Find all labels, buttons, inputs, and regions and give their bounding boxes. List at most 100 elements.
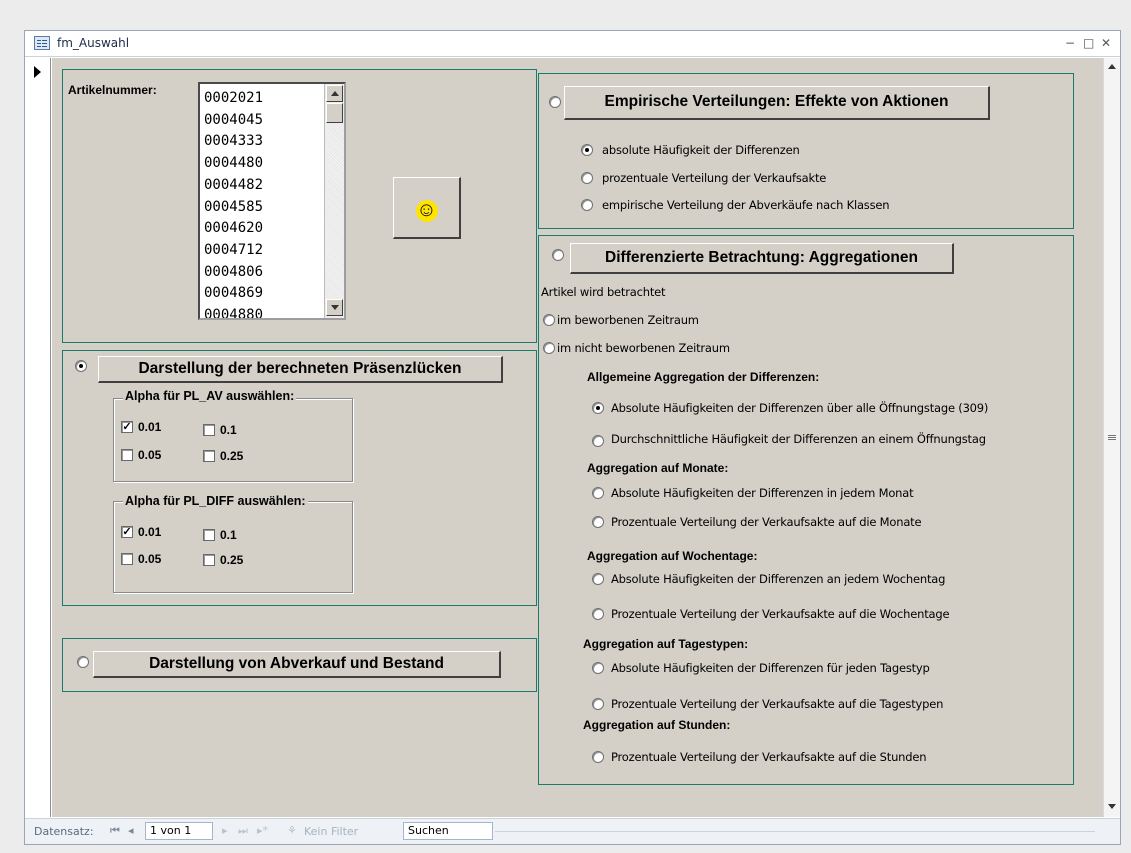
nicht-beworben-label: im nicht beworbenen Zeitraum <box>557 341 730 355</box>
option-label: 0.25 <box>220 449 244 463</box>
std1-radio[interactable] <box>592 751 604 763</box>
list-item[interactable]: 0004880 <box>200 305 318 318</box>
current-record-icon <box>34 66 41 78</box>
praesenz-radio[interactable] <box>75 360 87 372</box>
datensatz-label: Datensatz: <box>34 825 94 838</box>
empirisch-opt2-radio[interactable] <box>581 172 593 184</box>
list-item[interactable]: 0004045 <box>200 110 318 132</box>
list-item[interactable]: 0004482 <box>200 175 318 197</box>
checkbox-av-005[interactable] <box>121 449 133 461</box>
prev-record-icon[interactable]: ◂ <box>128 824 134 837</box>
allg2-label: Durchschnittliche Häufigkeit der Differe… <box>611 432 986 446</box>
list-item[interactable]: 0004585 <box>200 197 318 219</box>
record-selector[interactable] <box>25 58 51 817</box>
mon2-label: Prozentuale Verteilung der Verkaufsakte … <box>611 515 922 529</box>
alpha-diff-legend: Alpha für PL_DIFF auswählen: <box>123 494 308 508</box>
navigation-bar: Datensatz: ⏮ ◂ 1 von 1 ▸ ⏭ ▸* ⚘ Kein Fil… <box>25 818 1120 844</box>
abverkauf-radio[interactable] <box>77 656 89 668</box>
scroll-up-icon[interactable] <box>1105 60 1120 75</box>
nicht-beworben-radio[interactable] <box>543 342 555 354</box>
vertical-scrollbar[interactable] <box>1103 58 1120 817</box>
scroll-grip-icon[interactable] <box>1108 435 1116 440</box>
monat-heading: Aggregation auf Monate: <box>587 461 729 475</box>
diff-button[interactable]: Differenzierte Betrachtung: Aggregatione… <box>570 243 954 274</box>
record-number-input[interactable]: 1 von 1 <box>145 822 213 840</box>
empirisch-radio[interactable] <box>549 96 561 108</box>
scroll-down-icon[interactable] <box>1105 799 1120 814</box>
list-scrollbar[interactable] <box>324 84 344 318</box>
list-item[interactable]: 0004333 <box>200 131 318 153</box>
empirisch-opt3-radio[interactable] <box>581 199 593 211</box>
smiley-button[interactable]: ☺ <box>393 177 461 239</box>
option-label: 0.25 <box>220 553 244 567</box>
search-input[interactable]: Suchen <box>403 822 493 840</box>
horizontal-scroll-track[interactable] <box>495 831 1095 832</box>
list-item[interactable]: 0004620 <box>200 218 318 240</box>
list-scroll-down-icon[interactable] <box>326 299 343 316</box>
option-label: 0.05 <box>138 552 162 566</box>
tag1-radio[interactable] <box>592 662 604 674</box>
article-list: 0002021 0004045 0004333 0004480 0004482 … <box>200 88 318 318</box>
new-record-icon[interactable]: ▸* <box>257 824 268 837</box>
option-label: 0.01 <box>138 525 162 539</box>
allg1-radio[interactable] <box>592 402 604 414</box>
mon1-label: Absolute Häufigkeiten der Differenzen in… <box>611 486 914 500</box>
allg2-radio[interactable] <box>592 435 604 447</box>
checkbox-av-025[interactable] <box>203 450 215 462</box>
empirisch-button[interactable]: Empirische Verteilungen: Effekte von Akt… <box>564 86 990 120</box>
first-record-icon[interactable]: ⏮ <box>110 824 120 838</box>
option-label: 0.1 <box>220 528 237 542</box>
next-record-icon[interactable]: ▸ <box>222 824 228 837</box>
allg1-label: Absolute Häufigkeiten der Differenzen üb… <box>611 401 989 415</box>
list-item[interactable]: 0004480 <box>200 153 318 175</box>
minimize-icon[interactable]: − <box>1065 36 1075 50</box>
mon1-radio[interactable] <box>592 487 604 499</box>
last-record-icon[interactable]: ⏭ <box>238 824 248 838</box>
woch1-radio[interactable] <box>592 573 604 585</box>
article-frame: Artikelnummer: 0002021 0004045 0004333 0… <box>62 69 537 343</box>
checkbox-diff-005[interactable] <box>121 553 133 565</box>
option-label: 0.05 <box>138 448 162 462</box>
diff-radio[interactable] <box>552 249 564 261</box>
tag2-label: Prozentuale Verteilung der Verkaufsakte … <box>611 697 944 711</box>
list-item[interactable]: 0004806 <box>200 262 318 284</box>
beworben-radio[interactable] <box>543 314 555 326</box>
article-label: Artikelnummer: <box>68 83 157 97</box>
article-listbox[interactable]: 0002021 0004045 0004333 0004480 0004482 … <box>198 82 346 320</box>
tagestyp-heading: Aggregation auf Tagestypen: <box>583 637 749 651</box>
woch2-label: Prozentuale Verteilung der Verkaufsakte … <box>611 607 950 621</box>
praesenz-button[interactable]: Darstellung der berechneten Präsenzlücke… <box>98 356 503 383</box>
maximize-icon[interactable]: □ <box>1083 36 1094 50</box>
list-scroll-thumb[interactable] <box>326 103 343 123</box>
checkbox-av-001[interactable]: ✓ <box>121 421 133 433</box>
empirisch-opt1-label: absolute Häufigkeit der Differenzen <box>602 143 800 157</box>
woch2-radio[interactable] <box>592 608 604 620</box>
checkbox-diff-025[interactable] <box>203 554 215 566</box>
diff-frame: Differenzierte Betrachtung: Aggregatione… <box>538 235 1074 785</box>
woch1-label: Absolute Häufigkeiten der Differenzen an… <box>611 572 946 586</box>
checkbox-diff-01[interactable] <box>203 529 215 541</box>
filter-status[interactable]: Kein Filter <box>304 825 358 838</box>
list-item[interactable]: 0004712 <box>200 240 318 262</box>
empirisch-opt1-radio[interactable] <box>581 144 593 156</box>
mon2-radio[interactable] <box>592 516 604 528</box>
option-label: 0.1 <box>220 423 237 437</box>
option-label: 0.01 <box>138 420 162 434</box>
form-icon <box>34 36 50 50</box>
checkbox-av-01[interactable] <box>203 424 215 436</box>
tag2-radio[interactable] <box>592 698 604 710</box>
allg-heading: Allgemeine Aggregation der Differenzen: <box>587 370 820 384</box>
wochentag-heading: Aggregation auf Wochentage: <box>587 549 758 563</box>
close-icon[interactable]: ✕ <box>1101 36 1111 50</box>
checkbox-diff-001[interactable]: ✓ <box>121 526 133 538</box>
alpha-diff-group <box>113 501 353 593</box>
empirisch-frame: Empirische Verteilungen: Effekte von Akt… <box>538 73 1074 229</box>
abverkauf-button[interactable]: Darstellung von Abverkauf und Bestand <box>93 651 501 678</box>
filter-icon[interactable]: ⚘ <box>287 824 297 837</box>
list-item[interactable]: 0004869 <box>200 283 318 305</box>
list-item[interactable]: 0002021 <box>200 88 318 110</box>
window-title: fm_Auswahl <box>57 36 130 50</box>
smiley-icon: ☺ <box>415 199 438 222</box>
list-scroll-up-icon[interactable] <box>326 85 343 102</box>
artikel-label: Artikel wird betrachtet <box>541 285 666 299</box>
